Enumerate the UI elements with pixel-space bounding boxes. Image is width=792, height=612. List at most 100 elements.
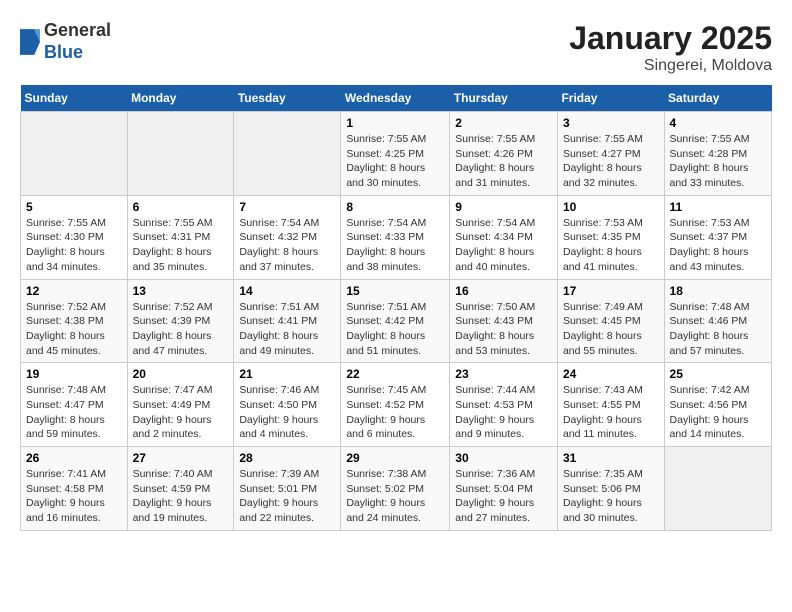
calendar-cell: 27 Sunrise: 7:40 AMSunset: 4:59 PMDayligh… [127,447,234,531]
day-info: Sunrise: 7:36 AMSunset: 5:04 PMDaylight:… [455,467,552,526]
calendar-cell: 9 Sunrise: 7:54 AMSunset: 4:34 PMDaylight… [450,195,558,279]
day-info: Sunrise: 7:48 AMSunset: 4:47 PMDaylight:… [26,383,122,442]
calendar-cell [127,112,234,196]
calendar-cell: 8 Sunrise: 7:54 AMSunset: 4:33 PMDaylight… [341,195,450,279]
day-info: Sunrise: 7:45 AMSunset: 4:52 PMDaylight:… [346,383,444,442]
day-info: Sunrise: 7:38 AMSunset: 5:02 PMDaylight:… [346,467,444,526]
day-info: Sunrise: 7:35 AMSunset: 5:06 PMDaylight:… [563,467,659,526]
calendar-cell [21,112,128,196]
calendar-cell: 15 Sunrise: 7:51 AMSunset: 4:42 PMDayligh… [341,279,450,363]
day-info: Sunrise: 7:53 AMSunset: 4:35 PMDaylight:… [563,216,659,275]
day-info: Sunrise: 7:43 AMSunset: 4:55 PMDaylight:… [563,383,659,442]
calendar-cell: 28 Sunrise: 7:39 AMSunset: 5:01 PMDayligh… [234,447,341,531]
weekday-header-saturday: Saturday [664,85,771,112]
weekday-header-monday: Monday [127,85,234,112]
day-info: Sunrise: 7:55 AMSunset: 4:27 PMDaylight:… [563,132,659,191]
calendar-cell: 23Sunrise: 7:44 AMSunset: 4:53 PMDayligh… [450,363,558,447]
day-number: 16 [455,284,552,298]
weekday-header-friday: Friday [557,85,664,112]
calendar-cell: 29 Sunrise: 7:38 AMSunset: 5:02 PMDayligh… [341,447,450,531]
day-number: 30 [455,451,552,465]
calendar-table: SundayMondayTuesdayWednesdayThursdayFrid… [20,85,772,531]
day-number: 5 [26,200,122,214]
day-number: 8 [346,200,444,214]
logo-blue-text: Blue [44,42,111,64]
day-info: Sunrise: 7:50 AMSunset: 4:43 PMDaylight:… [455,300,552,359]
day-info: Sunrise: 7:51 AMSunset: 4:41 PMDaylight:… [239,300,335,359]
day-number: 15 [346,284,444,298]
calendar-cell: 2 Sunrise: 7:55 AMSunset: 4:26 PMDaylight… [450,112,558,196]
day-info: Sunrise: 7:54 AMSunset: 4:32 PMDaylight:… [239,216,335,275]
calendar-cell: 12 Sunrise: 7:52 AMSunset: 4:38 PMDayligh… [21,279,128,363]
week-row-1: 1Sunrise: 7:55 AMSunset: 4:25 PMDaylight… [21,112,772,196]
day-number: 10 [563,200,659,214]
day-number: 3 [563,116,659,130]
day-number: 9 [455,200,552,214]
day-info: Sunrise: 7:47 AMSunset: 4:49 PMDaylight:… [133,383,229,442]
calendar-cell: 17 Sunrise: 7:49 AMSunset: 4:45 PMDayligh… [557,279,664,363]
calendar-cell: 7 Sunrise: 7:54 AMSunset: 4:32 PMDaylight… [234,195,341,279]
day-info: Sunrise: 7:42 AMSunset: 4:56 PMDaylight:… [670,383,766,442]
day-number: 6 [133,200,229,214]
week-row-3: 12 Sunrise: 7:52 AMSunset: 4:38 PMDayligh… [21,279,772,363]
day-number: 11 [670,200,766,214]
day-number: 29 [346,451,444,465]
calendar-cell: 18 Sunrise: 7:48 AMSunset: 4:46 PMDayligh… [664,279,771,363]
calendar-cell: 19Sunrise: 7:48 AMSunset: 4:47 PMDayligh… [21,363,128,447]
day-info: Sunrise: 7:54 AMSunset: 4:34 PMDaylight:… [455,216,552,275]
day-number: 26 [26,451,122,465]
calendar-cell: 21Sunrise: 7:46 AMSunset: 4:50 PMDayligh… [234,363,341,447]
calendar-cell: 16 Sunrise: 7:50 AMSunset: 4:43 PMDayligh… [450,279,558,363]
calendar-cell: 22Sunrise: 7:45 AMSunset: 4:52 PMDayligh… [341,363,450,447]
calendar-cell: 1Sunrise: 7:55 AMSunset: 4:25 PMDaylight… [341,112,450,196]
day-number: 17 [563,284,659,298]
day-number: 21 [239,367,335,381]
day-number: 18 [670,284,766,298]
day-info: Sunrise: 7:39 AMSunset: 5:01 PMDaylight:… [239,467,335,526]
day-number: 28 [239,451,335,465]
week-row-4: 19Sunrise: 7:48 AMSunset: 4:47 PMDayligh… [21,363,772,447]
calendar-cell: 5 Sunrise: 7:55 AMSunset: 4:30 PMDaylight… [21,195,128,279]
logo-general-text: General [44,20,111,42]
day-info: Sunrise: 7:55 AMSunset: 4:26 PMDaylight:… [455,132,552,191]
day-info: Sunrise: 7:55 AMSunset: 4:28 PMDaylight:… [670,132,766,191]
calendar-cell: 6 Sunrise: 7:55 AMSunset: 4:31 PMDaylight… [127,195,234,279]
weekday-header-tuesday: Tuesday [234,85,341,112]
day-info: Sunrise: 7:54 AMSunset: 4:33 PMDaylight:… [346,216,444,275]
day-info: Sunrise: 7:41 AMSunset: 4:58 PMDaylight:… [26,467,122,526]
title-block: January 2025 Singerei, Moldova [569,20,772,75]
day-number: 14 [239,284,335,298]
calendar-cell: 3 Sunrise: 7:55 AMSunset: 4:27 PMDaylight… [557,112,664,196]
day-number: 7 [239,200,335,214]
calendar-cell: 25 Sunrise: 7:42 AMSunset: 4:56 PMDayligh… [664,363,771,447]
day-info: Sunrise: 7:53 AMSunset: 4:37 PMDaylight:… [670,216,766,275]
calendar-cell: 14 Sunrise: 7:51 AMSunset: 4:41 PMDayligh… [234,279,341,363]
day-number: 20 [133,367,229,381]
week-row-2: 5 Sunrise: 7:55 AMSunset: 4:30 PMDaylight… [21,195,772,279]
day-number: 31 [563,451,659,465]
day-info: Sunrise: 7:55 AMSunset: 4:30 PMDaylight:… [26,216,122,275]
day-info: Sunrise: 7:52 AMSunset: 4:38 PMDaylight:… [26,300,122,359]
day-number: 2 [455,116,552,130]
weekday-header-wednesday: Wednesday [341,85,450,112]
day-info: Sunrise: 7:48 AMSunset: 4:46 PMDaylight:… [670,300,766,359]
page-header: General Blue January 2025 Singerei, Mold… [20,20,772,75]
calendar-cell: 10 Sunrise: 7:53 AMSunset: 4:35 PMDayligh… [557,195,664,279]
logo-icon [20,28,40,56]
calendar-cell: 13Sunrise: 7:52 AMSunset: 4:39 PMDayligh… [127,279,234,363]
day-info: Sunrise: 7:51 AMSunset: 4:42 PMDaylight:… [346,300,444,359]
day-number: 13 [133,284,229,298]
day-number: 27 [133,451,229,465]
weekday-header-thursday: Thursday [450,85,558,112]
day-info: Sunrise: 7:40 AMSunset: 4:59 PMDaylight:… [133,467,229,526]
day-info: Sunrise: 7:49 AMSunset: 4:45 PMDaylight:… [563,300,659,359]
calendar-cell: 24 Sunrise: 7:43 AMSunset: 4:55 PMDayligh… [557,363,664,447]
day-number: 24 [563,367,659,381]
weekday-header-sunday: Sunday [21,85,128,112]
day-number: 4 [670,116,766,130]
calendar-cell: 20 Sunrise: 7:47 AMSunset: 4:49 PMDayligh… [127,363,234,447]
day-number: 25 [670,367,766,381]
calendar-cell [234,112,341,196]
day-info: Sunrise: 7:55 AMSunset: 4:31 PMDaylight:… [133,216,229,275]
day-number: 12 [26,284,122,298]
